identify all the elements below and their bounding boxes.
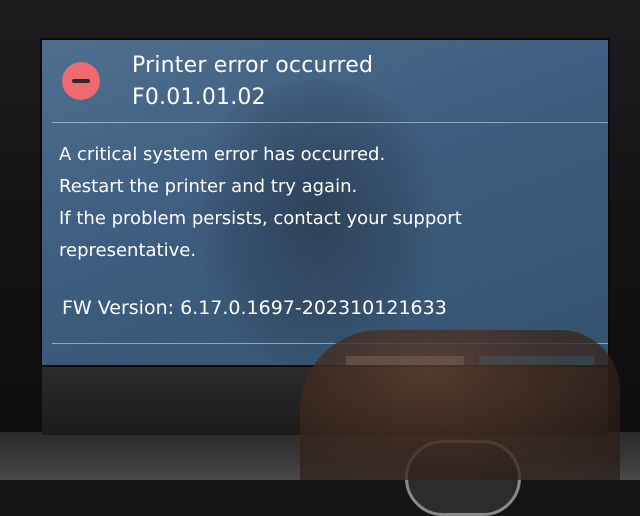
- error-code: F0.01.01.02: [132, 85, 266, 110]
- message-line: A critical system error has occurred.: [59, 144, 386, 165]
- printer-display: Printer error occurred F0.01.01.02 A cri…: [42, 40, 608, 365]
- error-message: A critical system error has occurred. Re…: [59, 139, 462, 267]
- message-line: Restart the printer and try again.: [59, 176, 358, 197]
- hand-reflection: [300, 330, 620, 480]
- message-line: If the problem persists, contact your su…: [59, 208, 462, 229]
- error-icon: [62, 62, 100, 100]
- header-divider: [52, 122, 608, 123]
- message-line: representative.: [59, 240, 197, 261]
- dialog-title: Printer error occurred: [132, 53, 374, 78]
- dialog-header: Printer error occurred F0.01.01.02: [132, 50, 373, 114]
- firmware-version: FW Version: 6.17.0.1697-202310121633: [62, 297, 447, 319]
